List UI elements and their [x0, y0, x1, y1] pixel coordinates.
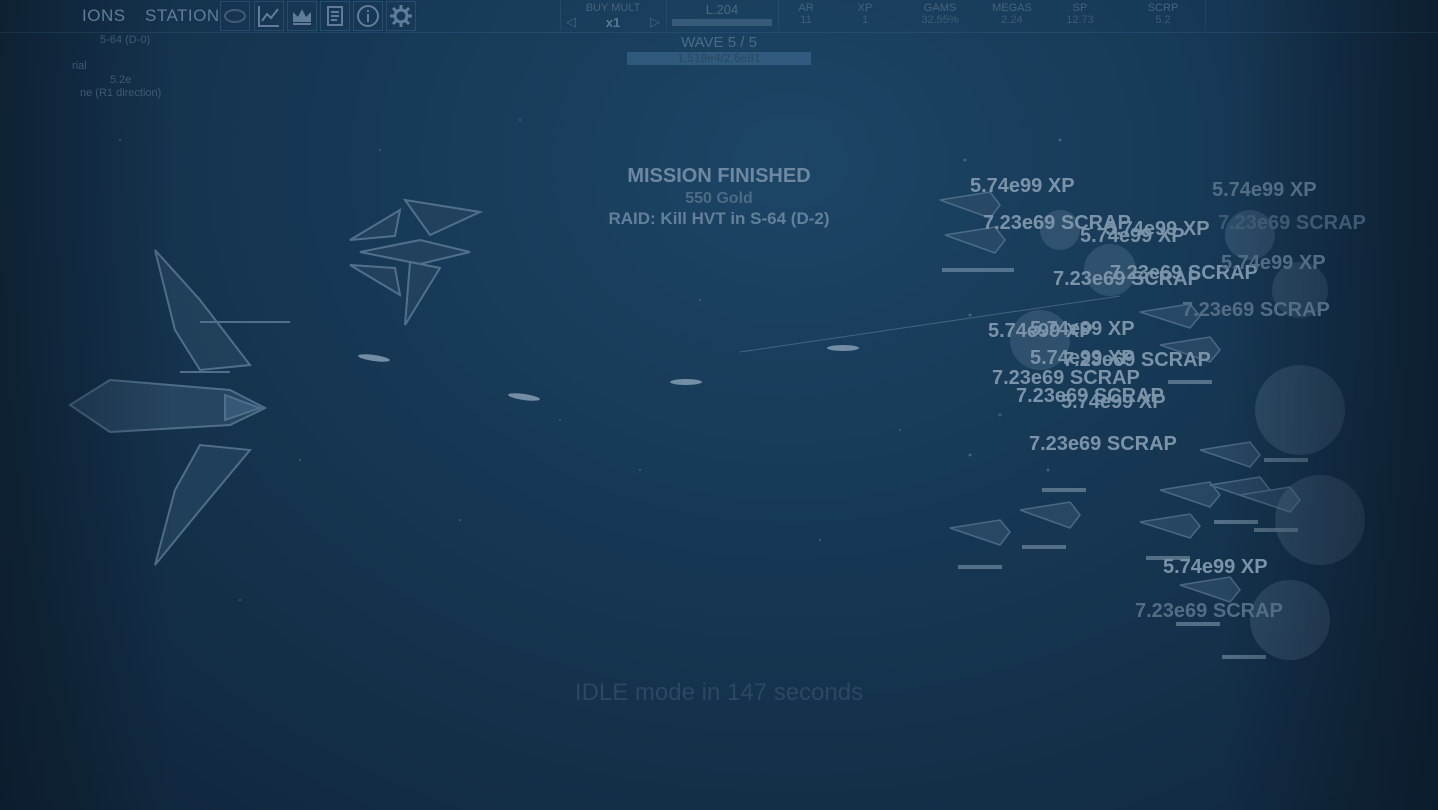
- mission-result: MISSION FINISHED 550 Gold RAID: Kill HVT…: [519, 165, 919, 229]
- wave-progress-bar: 1.518e4/2.6e81: [627, 52, 811, 65]
- floating-reward-text: 7.23e69 SCRAP: [1218, 212, 1366, 234]
- sector-info-line: 5.2e: [110, 74, 132, 86]
- escort-ship: [349, 198, 484, 326]
- stat-value: 5.2: [1155, 14, 1171, 26]
- buy-mult-value: x1: [605, 15, 621, 30]
- buy-multiplier: BUY MULT x1 ◁ ▷: [560, 0, 666, 32]
- badge-button[interactable]: [220, 1, 250, 31]
- station-tab[interactable]: STATION: [145, 6, 220, 26]
- mission-reward: 550 Gold: [685, 190, 753, 207]
- settings-button[interactable]: [386, 1, 416, 31]
- missions-tab[interactable]: IONS: [82, 6, 126, 26]
- floating-reward-text: 5.74e99 XP: [970, 175, 1075, 197]
- buy-mult-prev-icon[interactable]: ◁: [566, 14, 576, 30]
- divider: [1205, 0, 1206, 30]
- idle-countdown: IDLE mode in 147 seconds: [574, 679, 864, 706]
- floating-reward-text: 7.23e69 SCRAP: [1135, 600, 1283, 622]
- stat-sp: SP 12.73: [1045, 2, 1115, 26]
- wave-label: WAVE 5 / 5: [681, 34, 757, 51]
- stat-megas: MEGAS 2.24: [977, 2, 1047, 26]
- info-icon: [357, 5, 379, 27]
- stat-label: MEGAS: [992, 2, 1032, 14]
- mission-raid: RAID: Kill HVT in S-64 (D-2): [608, 209, 830, 228]
- floating-reward-text: 5.74e99 XP: [1105, 218, 1210, 240]
- sector-info-line: rial: [72, 60, 87, 72]
- stat-xp: XP 1: [830, 2, 900, 26]
- stat-value: 32.55%: [921, 14, 959, 26]
- divider: [666, 0, 667, 30]
- level-label: L.204: [705, 2, 739, 17]
- stat-label: SP: [1072, 2, 1088, 14]
- leaderboard-button[interactable]: [287, 1, 317, 31]
- player-ship: [68, 249, 290, 566]
- stat-gams: GAMS 32.55%: [905, 2, 975, 26]
- document-icon: [327, 6, 343, 26]
- mission-title: MISSION FINISHED: [627, 165, 811, 187]
- floating-reward-text: 5.74e99 XP: [1212, 179, 1317, 201]
- floating-reward-text: 7.23e69 SCRAP: [1053, 268, 1201, 290]
- divider: [560, 0, 561, 30]
- floating-reward-text: 7.23e69 SCRAP: [1029, 433, 1177, 455]
- buy-mult-next-icon[interactable]: ▷: [650, 14, 660, 30]
- stat-value: 1: [861, 14, 869, 26]
- stats-button[interactable]: [254, 1, 284, 31]
- buy-mult-label: BUY MULT: [585, 2, 641, 14]
- line-chart-icon: [258, 6, 279, 27]
- stat-label: XP: [857, 2, 873, 14]
- badge-icon: [224, 9, 246, 23]
- stat-value: 12.73: [1066, 14, 1094, 26]
- log-button[interactable]: [320, 1, 350, 31]
- wave-progress-text: 1.518e4/2.6e81: [677, 51, 761, 65]
- crown-icon: [293, 9, 311, 25]
- sector-info-line: ne (R1 direction): [80, 87, 162, 99]
- floating-reward-text: 5.74e99 XP: [1163, 556, 1268, 578]
- gear-icon: [390, 5, 412, 27]
- info-button[interactable]: [353, 1, 383, 31]
- stat-value: 2.24: [1001, 14, 1023, 26]
- floating-reward-text: 5.74e99 XP: [1221, 252, 1326, 274]
- level-progress-bar: [672, 19, 772, 26]
- stat-label: AR: [798, 2, 814, 14]
- floating-reward-text: 7.23e69 SCRAP: [1182, 299, 1330, 321]
- sector-info-line: 5-64 (D-0): [100, 34, 151, 46]
- stat-scrp: SCRP 5.2: [1128, 2, 1198, 26]
- floating-reward-text: 5.74e99 XP: [1061, 391, 1166, 413]
- stat-label: GAMS: [923, 2, 957, 14]
- stat-label: SCRP: [1147, 2, 1179, 14]
- top-bar: IONS STATION BUY MULT x1 ◁ ▷ L.204 AR 11 …: [0, 0, 1438, 33]
- floating-reward-text: 5.74e99 XP: [1030, 318, 1135, 340]
